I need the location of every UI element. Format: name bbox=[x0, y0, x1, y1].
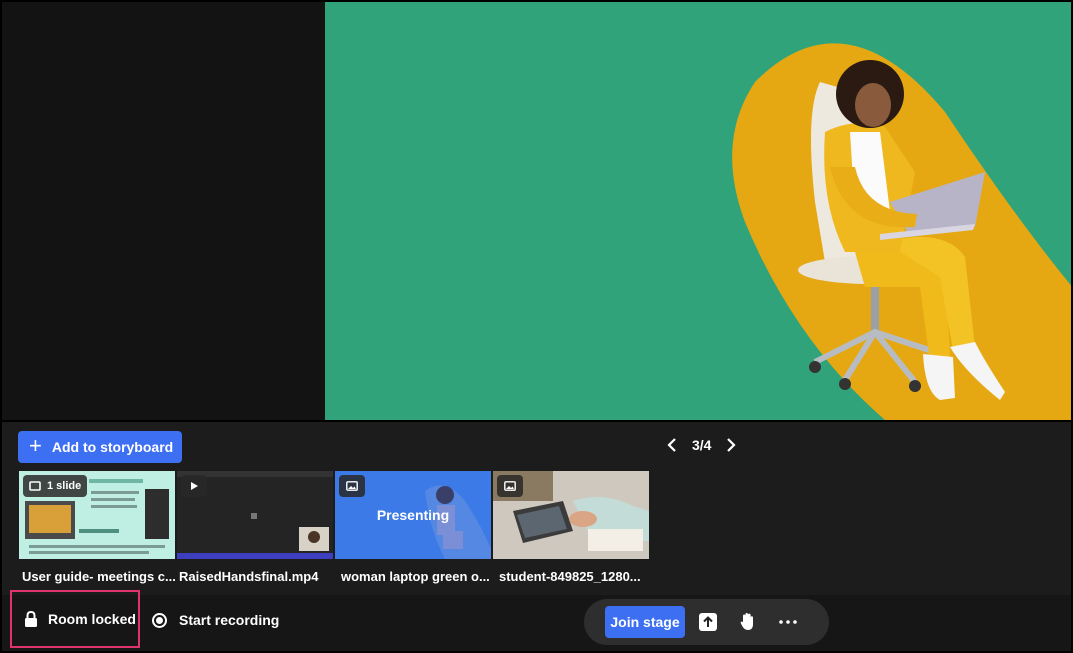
slides-count: 1 slide bbox=[47, 480, 82, 492]
join-stage-button[interactable]: Join stage bbox=[605, 606, 685, 638]
storyboard-item-user-guide[interactable]: 1 slide bbox=[19, 471, 175, 559]
storyboard-pager: 3/4 bbox=[666, 436, 737, 454]
more-options-icon[interactable] bbox=[778, 612, 798, 632]
record-icon bbox=[152, 612, 167, 628]
video-badge bbox=[181, 475, 207, 497]
room-locked-label: Room locked bbox=[48, 611, 136, 627]
caption-raised-hands: RaisedHandsfinal.mp4 bbox=[179, 569, 319, 584]
play-icon bbox=[190, 482, 198, 490]
image-icon bbox=[346, 481, 358, 491]
slides-icon bbox=[29, 481, 41, 491]
stage-presentation-image bbox=[325, 2, 1071, 420]
caption-user-guide: User guide- meetings c... bbox=[22, 569, 176, 584]
storyboard-item-raised-hands-video[interactable] bbox=[177, 471, 333, 559]
storyboard-captions: User guide- meetings c... RaisedHandsfin… bbox=[22, 569, 659, 584]
storyboard-item-student[interactable] bbox=[493, 471, 649, 559]
image-badge bbox=[497, 475, 523, 497]
plus-icon: + bbox=[29, 433, 42, 458]
stage-empty-area bbox=[2, 2, 325, 420]
storyboard-thumbnails: 1 slide Presenting bbox=[19, 471, 649, 559]
lock-icon bbox=[25, 610, 37, 627]
add-to-storyboard-button[interactable]: + Add to storyboard bbox=[18, 431, 182, 463]
image-icon bbox=[504, 481, 516, 491]
pager-count: 3/4 bbox=[692, 437, 712, 453]
add-to-storyboard-label: Add to storyboard bbox=[51, 439, 174, 455]
start-recording-button[interactable]: Start recording bbox=[152, 612, 279, 628]
caption-woman-laptop: woman laptop green o... bbox=[341, 569, 490, 584]
raise-hand-icon[interactable] bbox=[738, 612, 758, 632]
chevron-left-icon[interactable] bbox=[666, 436, 678, 454]
share-upload-icon[interactable] bbox=[698, 612, 718, 632]
chevron-right-icon[interactable] bbox=[725, 436, 737, 454]
start-recording-label: Start recording bbox=[179, 612, 280, 628]
image-badge bbox=[339, 475, 365, 497]
storyboard-panel: + Add to storyboard 3/4 1 slide Presenti… bbox=[2, 422, 1071, 595]
slides-badge: 1 slide bbox=[23, 475, 88, 497]
presenting-label: Presenting bbox=[376, 507, 450, 523]
room-locked-button[interactable]: Room locked bbox=[10, 590, 140, 648]
storyboard-item-woman-laptop[interactable]: Presenting bbox=[335, 471, 491, 559]
woman-laptop-illustration bbox=[732, 43, 1071, 420]
caption-student: student-849825_1280... bbox=[499, 569, 641, 584]
